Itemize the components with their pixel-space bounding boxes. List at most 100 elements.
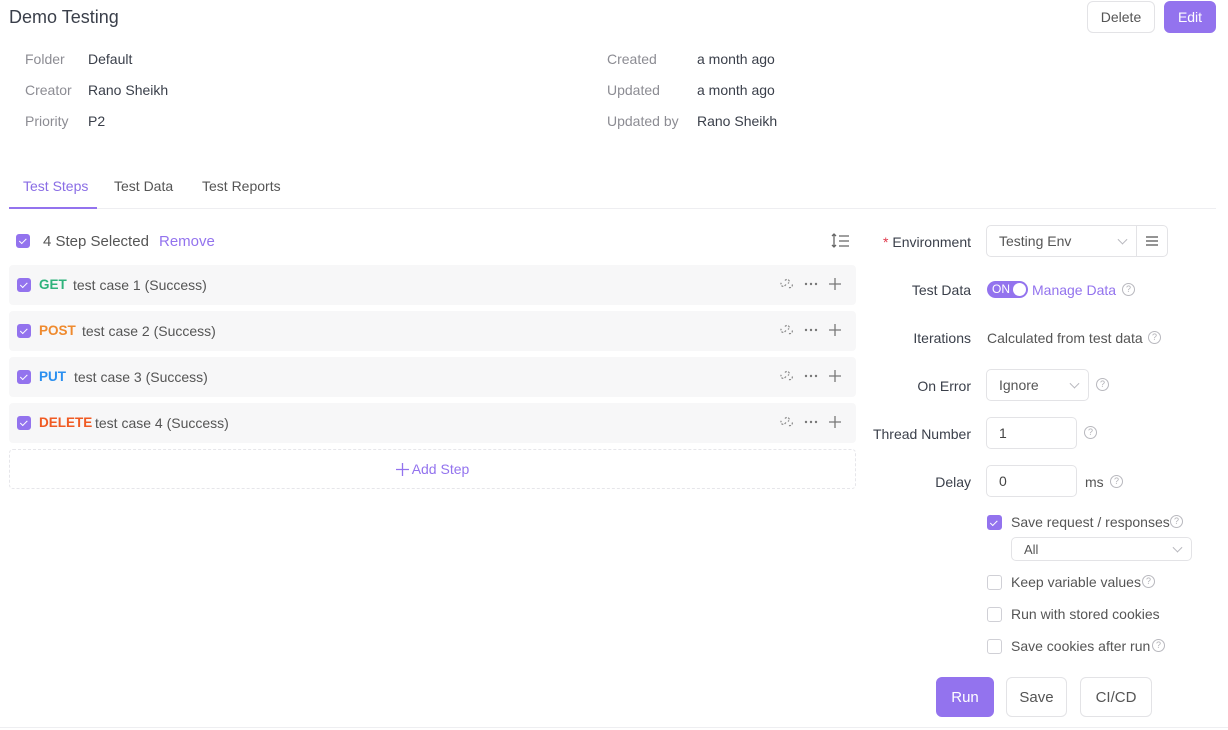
save-request-scope-select[interactable]: All [1011,537,1192,561]
tab-test-steps[interactable]: Test Steps [23,178,88,194]
step-row[interactable]: PUT test case 3 (Success) [9,357,856,397]
on-error-value: Ignore [999,377,1039,393]
on-error-select[interactable]: Ignore [986,369,1089,401]
more-icon[interactable] [804,322,818,338]
step-checkbox[interactable] [17,324,31,338]
stored-cookies-checkbox[interactable] [987,607,1002,622]
more-icon[interactable] [804,276,818,292]
step-name: test case 4 (Success) [95,415,229,431]
save-request-scope-value: All [1024,541,1039,557]
meta-value: Default [88,51,133,67]
delete-button[interactable]: Delete [1087,1,1155,33]
more-icon[interactable] [804,414,818,430]
thread-number-input[interactable]: 1 [986,417,1077,449]
menu-icon [1146,236,1158,246]
help-icon[interactable]: ? [1152,639,1165,652]
save-cookies-checkbox[interactable] [987,639,1002,654]
method-badge: POST [39,323,76,338]
add-step-button[interactable]: Add Step [9,449,856,489]
meta-label: Folder [25,51,65,67]
help-icon[interactable]: ? [1142,575,1155,588]
keep-variable-checkbox[interactable] [987,575,1002,590]
environment-menu-button[interactable] [1136,225,1168,257]
selection-bar: 4 Step Selected Remove [16,232,851,252]
unlink-icon[interactable] [780,368,794,384]
meta-folder: Folder Default [25,51,132,67]
meta-value: a month ago [697,82,775,98]
save-button[interactable]: Save [1006,677,1067,717]
meta-label: Creator [25,82,72,98]
remove-selected-link[interactable]: Remove [159,233,215,250]
active-tab-indicator [9,207,97,209]
environment-label: * Environment [883,234,971,250]
unlink-icon[interactable] [780,322,794,338]
method-badge: PUT [39,369,66,384]
meta-value: a month ago [697,51,775,67]
meta-value: Rano Sheikh [697,113,778,129]
add-step-label: Add Step [411,461,470,477]
chevron-down-icon [1117,234,1128,245]
manage-data-link[interactable]: Manage Data [1032,282,1116,298]
environment-label-text: Environment [892,234,971,250]
test-data-toggle[interactable]: ON [987,281,1028,298]
help-icon[interactable]: ? [1170,515,1183,528]
select-all-checkbox[interactable] [16,234,30,248]
step-checkbox[interactable] [17,370,31,384]
method-badge: DELETE [39,415,93,430]
chevron-down-icon [1172,542,1183,553]
meta-value: Rano Sheikh [88,82,169,98]
meta-label: Created [607,51,657,67]
sort-steps-icon[interactable] [831,232,851,250]
help-icon[interactable]: ? [1122,283,1135,296]
divider [0,727,1228,728]
delay-input[interactable]: 0 [986,465,1077,497]
tab-test-data[interactable]: Test Data [114,178,173,194]
add-icon[interactable] [828,322,842,338]
meta-updated-by: Updated by Rano Sheikh [607,113,777,129]
iterations-value: Calculated from test data [987,330,1143,346]
more-icon[interactable] [804,368,818,384]
delay-label: Delay [935,474,971,490]
toggle-state: ON [992,282,1010,296]
tab-test-reports[interactable]: Test Reports [202,178,281,194]
chevron-down-icon [1069,378,1080,389]
environment-select[interactable]: Testing Env [986,225,1137,257]
step-checkbox[interactable] [17,416,31,430]
add-icon[interactable] [828,414,842,430]
environment-value: Testing Env [999,233,1072,249]
help-icon[interactable]: ? [1084,426,1097,439]
add-icon[interactable] [828,368,842,384]
meta-label: Updated [607,82,660,98]
test-data-label: Test Data [911,282,971,298]
step-row[interactable]: POST test case 2 (Success) [9,311,856,351]
add-icon[interactable] [828,276,842,292]
help-icon[interactable]: ? [1110,475,1123,488]
save-request-label: Save request / responses [1011,514,1170,530]
meta-updated: Updated a month ago [607,82,775,98]
iterations-label: Iterations [913,330,971,346]
meta-label: Priority [25,113,69,129]
required-marker: * [882,234,889,250]
thread-number-label: Thread Number [872,426,971,442]
meta-creator: Creator Rano Sheikh [25,82,168,98]
step-name: test case 3 (Success) [74,369,208,385]
step-checkbox[interactable] [17,278,31,292]
edit-button[interactable]: Edit [1164,1,1216,33]
plus-icon [395,462,409,476]
save-cookies-label: Save cookies after run [1011,638,1151,654]
tab-bar: Test Steps Test Data Test Reports [9,172,1216,209]
page-title: Demo Testing [9,7,119,27]
cicd-button[interactable]: CI/CD [1080,677,1152,717]
run-button[interactable]: Run [936,677,994,717]
stored-cookies-label: Run with stored cookies [1011,606,1160,622]
step-row[interactable]: DELETE test case 4 (Success) [9,403,856,443]
help-icon[interactable]: ? [1148,331,1161,344]
step-row[interactable]: GET test case 1 (Success) [9,265,856,305]
save-request-checkbox[interactable] [987,515,1002,530]
help-icon[interactable]: ? [1096,378,1109,391]
unlink-icon[interactable] [780,414,794,430]
unlink-icon[interactable] [780,276,794,292]
step-name: test case 1 (Success) [73,277,207,293]
keep-variable-label: Keep variable values [1011,574,1141,590]
meta-value: P2 [88,113,106,129]
